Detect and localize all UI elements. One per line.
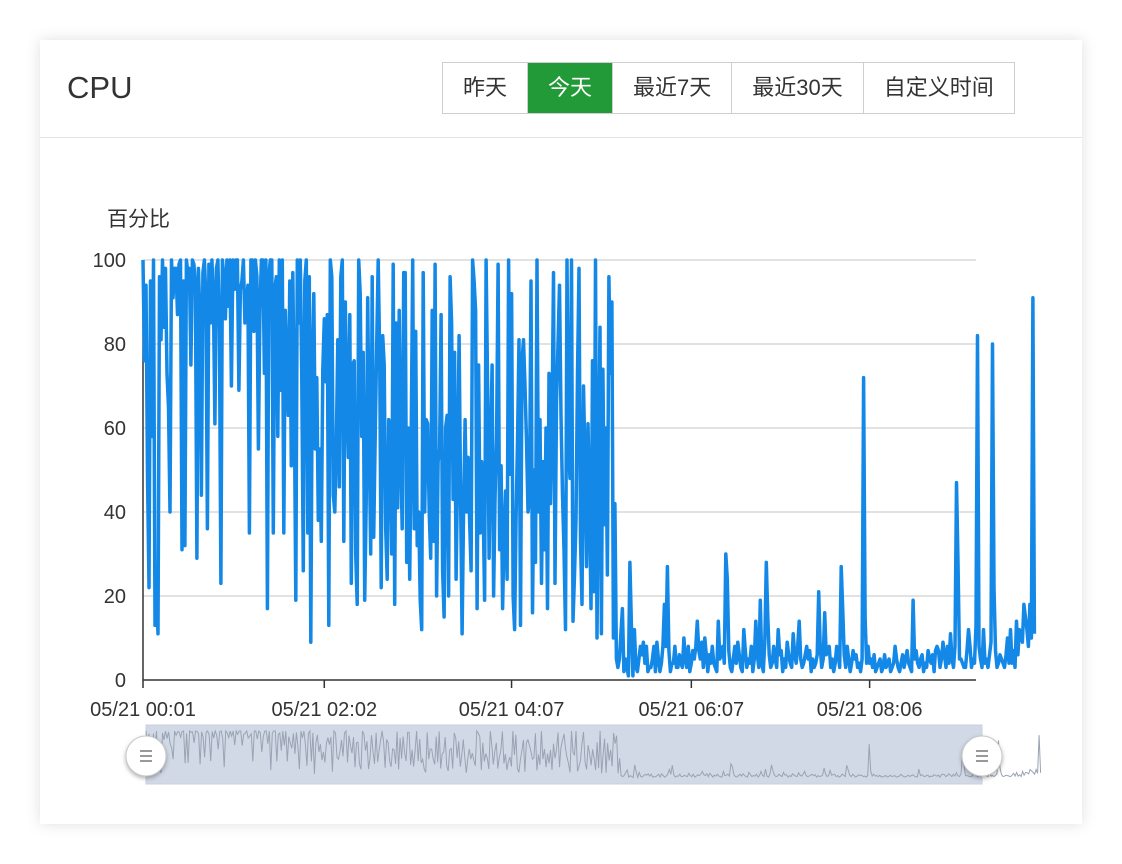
data-zoom-slider[interactable] (125, 724, 1042, 785)
x-tick-label: 05/21 08:06 (817, 699, 923, 721)
zoom-handle-right[interactable] (961, 735, 1003, 777)
x-tick-label: 05/21 00:01 (90, 699, 196, 721)
y-axis-ticks: 0 20 40 60 80 100 (93, 250, 126, 692)
x-axis-ticks: 05/21 00:01 05/21 02:02 05/21 04:07 05/21 0… (90, 680, 922, 721)
y-tick-label: 20 (104, 586, 126, 608)
series-layer (141, 258, 1037, 678)
y-tick-label: 40 (104, 502, 126, 524)
y-tick-label: 60 (104, 418, 126, 440)
x-tick-label: 05/21 04:07 (459, 699, 565, 721)
x-tick-label: 05/21 06:07 (639, 699, 745, 721)
cpu-usage-line (141, 258, 1037, 678)
y-tick-label: 100 (93, 250, 126, 272)
x-tick-label: 05/21 02:02 (271, 699, 377, 721)
cpu-chart: 百分比 020406080100 05/21 00:01 05/21 02:02 0… (90, 208, 1042, 785)
y-tick-label: 80 (104, 334, 126, 356)
y-tick-label: 0 (115, 670, 126, 692)
cpu-panel: CPU 昨天 今天 最近7天 最近30天 自定义时间 百分比 0 20 40 60 80… (40, 40, 1082, 824)
zoom-handle-left[interactable] (125, 735, 167, 777)
y-axis-label: 百分比 (107, 208, 170, 231)
